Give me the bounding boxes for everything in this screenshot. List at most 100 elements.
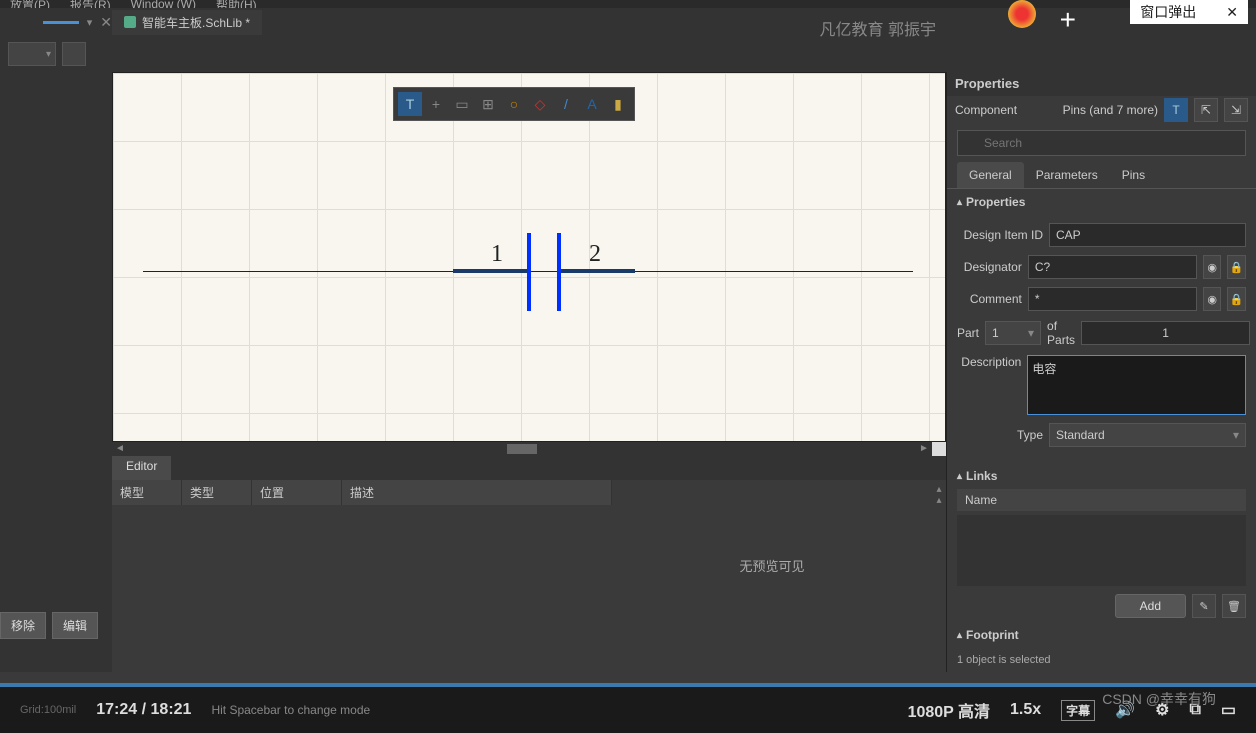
toolbar-button[interactable] [62,42,86,66]
preview-area: 无预览可见 [612,480,932,650]
models-panel: 模型 类型 位置 描述 无预览可见 ▴▴ [112,480,946,650]
line-icon[interactable]: / [554,92,578,116]
tab-marker [43,21,79,24]
scroll-thumb[interactable] [507,444,537,454]
label-part: Part [957,326,979,340]
left-sidebar [0,72,112,672]
input-description[interactable]: 电容 [1027,355,1246,415]
input-design-item[interactable] [1049,223,1246,247]
cap-base-right [557,269,635,273]
circle-icon[interactable]: ○ [502,92,526,116]
label-comment: Comment [957,292,1022,306]
col-description[interactable]: 描述 [342,480,612,505]
csdn-watermark: CSDN @幸幸有狗 [1102,689,1216,709]
lock-button[interactable]: 🔒 [1227,255,1246,279]
models-header: 模型 类型 位置 描述 [112,480,612,505]
menu-window[interactable]: Window (W) [131,0,196,8]
input-comment[interactable] [1028,287,1197,311]
scroll-right-icon[interactable]: ► [918,442,930,454]
input-designator[interactable] [1028,255,1197,279]
of-parts-label: of Parts [1047,319,1075,347]
bar-icon[interactable]: ▮ [606,92,630,116]
delete-icon[interactable]: 🗑 [1222,594,1246,618]
properties-panel: Properties Component Pins (and 7 more) T… [946,72,1256,672]
secondary-toolbar: ▾ [0,36,1256,72]
panel-title: Properties [947,72,1256,96]
diamond-icon[interactable]: ◇ [528,92,552,116]
plus-icon[interactable]: + [424,92,448,116]
input-parts-total[interactable] [1081,321,1250,345]
expand-button-2[interactable]: ⇲ [1224,98,1248,122]
search-input[interactable] [957,130,1246,156]
horizontal-scrollbar[interactable]: ◄ ► [112,442,946,456]
quality-button[interactable]: 1080P 高清 [908,698,990,722]
menu-help[interactable]: 帮助(H) [216,0,257,8]
file-icon [124,16,136,28]
scroll-left-icon[interactable]: ◄ [114,442,126,454]
section-footprint[interactable]: Footprint [947,622,1256,648]
schematic-canvas[interactable]: T + ▭ ⊞ ○ ◇ / A ▮ 1 2 [112,72,946,442]
tab-general[interactable]: General [957,162,1024,188]
pin-icon[interactable]: ▾ [87,16,93,29]
label-designator: Designator [957,260,1022,274]
brand-watermark: 凡亿教育 郭振宇 [820,16,936,40]
preview-empty-text: 无预览可见 [739,556,804,575]
combo-selector[interactable]: ▾ [8,42,56,66]
menu-report[interactable]: 报告(R) [70,0,111,8]
add-button[interactable]: Add [1115,594,1186,618]
pin-2-label: 2 [589,241,601,268]
editor-tab[interactable]: Editor [112,456,171,480]
remove-button[interactable]: 移除 [0,612,46,639]
part-select[interactable]: 1▾ [985,321,1041,345]
popup-text: 窗口弹出 [1140,2,1196,22]
label-description: Description [957,355,1021,369]
speed-button[interactable]: 1.5x [1010,701,1041,719]
plus-icon[interactable]: + [1060,4,1076,36]
section-properties[interactable]: Properties [947,189,1256,215]
subtitle-button[interactable]: 字幕 [1061,700,1095,721]
col-position[interactable]: 位置 [252,480,342,505]
label-design-item: Design Item ID [957,228,1043,242]
search-wrapper [957,130,1246,156]
resize-grip[interactable] [932,442,946,456]
type-select[interactable]: Standard▾ [1049,423,1246,447]
floating-toolbar: T + ▭ ⊞ ○ ◇ / A ▮ [393,87,635,121]
hint-text: Hit Spacebar to change mode [211,703,887,717]
close-icon[interactable]: ✕ [1226,4,1238,21]
label-type: Type [957,428,1043,442]
bottom-buttons: 移除 编辑 [0,612,98,639]
links-list [957,515,1246,586]
schematic-symbol: 1 2 [113,73,945,441]
collapse-button[interactable]: ▴▴ [932,480,946,650]
menu-place[interactable]: 放置(P) [10,0,50,8]
models-table: 模型 类型 位置 描述 [112,480,612,650]
file-tab[interactable]: 智能车主板.SchLib * [112,10,262,35]
tab-pins[interactable]: Pins [1110,162,1157,188]
filter-button[interactable]: T [1164,98,1188,122]
filter-icon[interactable]: T [398,92,422,116]
popup-window: 窗口弹出 ✕ [1130,0,1248,24]
tab-close-icon[interactable]: ✕ [100,14,112,31]
grid-status: Grid:100mil [20,704,76,716]
property-tabs: General Parameters Pins [947,162,1256,189]
lock-button-2[interactable]: 🔒 [1227,287,1246,311]
editor-tab-row: Editor [112,456,946,480]
file-tab-label: 智能车主板.SchLib * [142,14,250,31]
selection-status: 1 object is selected [947,648,1256,672]
text-icon[interactable]: A [580,92,604,116]
component-label: Component [955,103,1057,117]
visibility-button-2[interactable]: ◉ [1203,287,1222,311]
edit-button[interactable]: 编辑 [52,612,98,639]
links-name-header[interactable]: Name [957,489,1246,511]
edit-icon[interactable]: ✎ [1192,594,1216,618]
expand-button-1[interactable]: ⇱ [1194,98,1218,122]
visibility-button[interactable]: ◉ [1203,255,1222,279]
grid-icon[interactable]: ⊞ [476,92,500,116]
col-type[interactable]: 类型 [182,480,252,505]
col-model[interactable]: 模型 [112,480,182,505]
rect-icon[interactable]: ▭ [450,92,474,116]
section-links[interactable]: Links [947,463,1256,489]
tab-parameters[interactable]: Parameters [1024,162,1110,188]
theater-icon[interactable]: ▭ [1221,700,1236,720]
cap-plate-right [557,233,561,311]
